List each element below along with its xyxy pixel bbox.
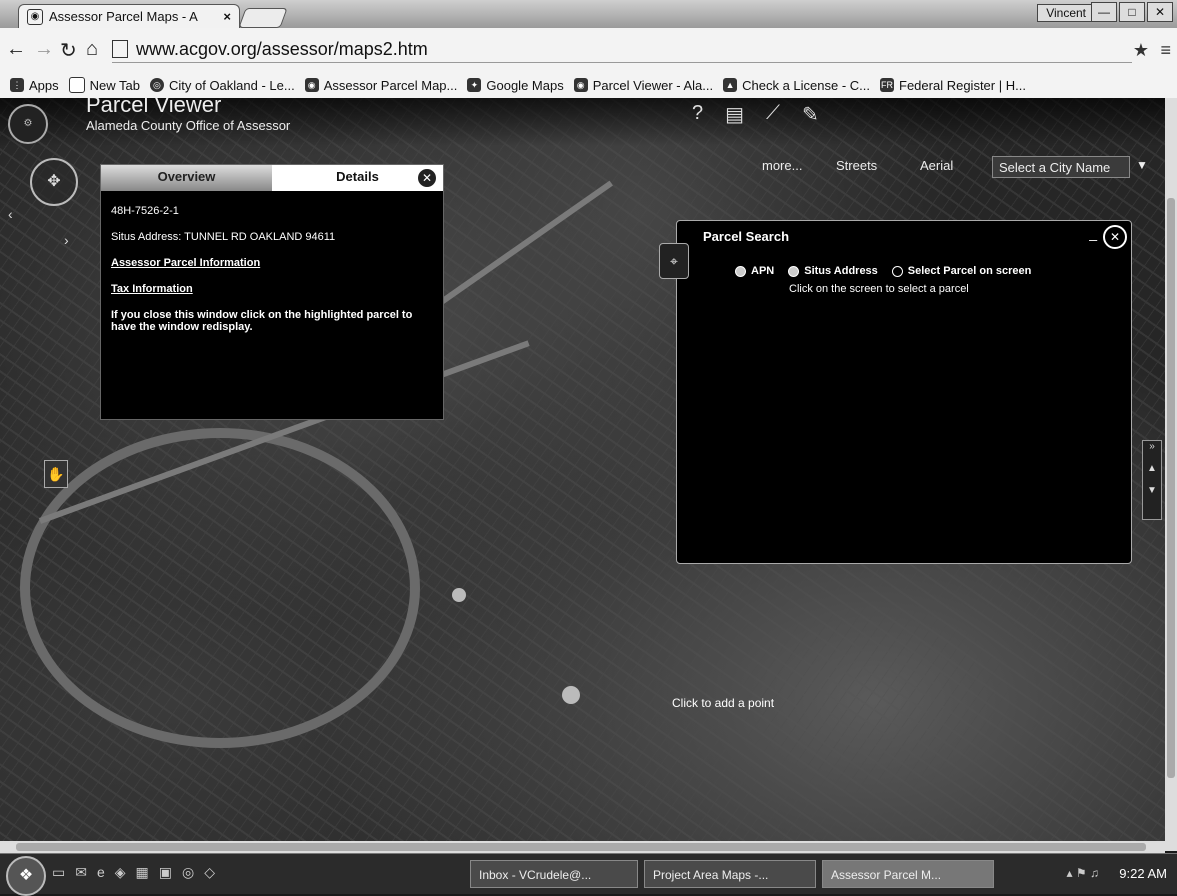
vertical-scrollbar[interactable]: [1165, 98, 1177, 851]
explorer-icon[interactable]: ▭: [52, 864, 65, 881]
chevron-down-icon[interactable]: ▼: [1136, 158, 1148, 172]
app-title: Parcel Viewer: [86, 98, 222, 117]
assessor-icon: ◉: [304, 78, 319, 92]
address-bar[interactable]: www.acgov.org/assessor/maps2.htm: [112, 36, 1132, 63]
page-icon: [68, 77, 85, 93]
side-expand-control[interactable]: » ▲ ▼: [1142, 440, 1162, 520]
county-seal-icon: ⚙: [8, 104, 48, 144]
taskbar-item-project-area-maps[interactable]: Project Area Maps -...: [644, 860, 816, 888]
city-select[interactable]: Select a City Name: [992, 156, 1130, 178]
apn-value: 48H-7526-2-1: [111, 205, 179, 217]
back-icon[interactable]: ←: [6, 38, 26, 61]
app-icon[interactable]: ▦: [136, 864, 149, 881]
pan-wheel[interactable]: ✥: [30, 158, 78, 206]
bookmark-parcel-viewer[interactable]: ◉ Parcel Viewer - Ala...: [573, 78, 713, 93]
license-icon: ▲: [723, 78, 738, 92]
city-seal-icon: ◎: [149, 78, 164, 92]
streets-button[interactable]: Streets: [836, 158, 877, 173]
print-icon[interactable]: ▤: [725, 102, 744, 127]
app-header: ⚙ Parcel Viewer Alameda County Office of…: [0, 98, 1165, 146]
situs-address: Situs Address: TUNNEL RD OAKLAND 94611: [111, 231, 336, 243]
parcel-search-title: Parcel Search: [703, 229, 790, 244]
measure-icon[interactable]: ⟋: [766, 102, 780, 127]
help-icon[interactable]: ?: [692, 102, 703, 127]
ie-icon[interactable]: e: [97, 864, 105, 881]
browser-tab[interactable]: ◉ Assessor Parcel Maps - A ×: [18, 4, 240, 28]
taskbar-item-assessor[interactable]: Assessor Parcel M...: [822, 860, 994, 888]
bookmark-google-maps[interactable]: ✦ Google Maps: [467, 78, 564, 93]
clock: 9:22 AM: [1119, 866, 1167, 881]
aerial-button[interactable]: Aerial: [920, 158, 953, 173]
close-icon[interactable]: ✕: [1147, 2, 1173, 22]
radio-select-parcel[interactable]: Select Parcel on screen: [891, 265, 1031, 277]
bookmark-assessor-parcel-map[interactable]: ◉ Assessor Parcel Map...: [304, 78, 457, 93]
tab-close-button[interactable]: ×: [223, 9, 231, 24]
page-icon: [112, 40, 128, 58]
browser-toolbar: ← → ↻ ⌂ www.acgov.org/assessor/maps2.htm…: [0, 28, 1177, 73]
radio-icon: [788, 265, 800, 277]
radio-icon: [891, 265, 903, 277]
parcel-search-hint: Click on the screen to select a parcel: [789, 283, 969, 295]
minimize-panel-icon[interactable]: _: [1089, 225, 1097, 241]
assessor-icon: ◉: [27, 8, 43, 25]
start-button[interactable]: ❖: [6, 856, 46, 896]
app-icon[interactable]: ◇: [204, 864, 215, 881]
details-close-icon[interactable]: ✕: [417, 168, 437, 188]
radio-situs-address[interactable]: Situs Address: [788, 265, 878, 277]
tab-title: Assessor Parcel Maps - A: [49, 9, 198, 24]
horizontal-scrollbar[interactable]: [0, 841, 1165, 853]
federal-register-icon: FR: [880, 78, 895, 92]
radio-icon: [735, 265, 746, 277]
map-tooltip: Click to add a point: [672, 696, 775, 710]
app-icon[interactable]: ◎: [182, 864, 194, 881]
forward-icon[interactable]: →: [34, 38, 54, 61]
maximize-icon[interactable]: □: [1119, 2, 1145, 22]
more-button[interactable]: more...: [762, 158, 802, 173]
aerial-map[interactable]: ⚙ Parcel Viewer Alameda County Office of…: [0, 98, 1165, 851]
mail-icon[interactable]: ✉: [75, 864, 87, 881]
parcel-search-close-icon[interactable]: ✕: [1103, 225, 1127, 249]
assessor-icon: ◉: [573, 78, 588, 92]
parcel-search-tab-icon[interactable]: ⌖: [659, 243, 689, 279]
redisplay-note: If you close this window click on the hi…: [111, 309, 413, 333]
parcel-search-panel: ⌖ Parcel Search _ ✕ APN Situs Address Se…: [659, 220, 1132, 564]
bookmarks-bar: ⋮ Apps New Tab ◎ City of Oakland - Le... ◉…: [0, 72, 1177, 99]
bookmark-city-of-oakland[interactable]: ◎ City of Oakland - Le...: [149, 78, 295, 93]
reload-icon[interactable]: ↻: [60, 38, 77, 63]
pan-right-icon[interactable]: ›: [64, 232, 69, 248]
app-subtitle: Alameda County Office of Assessor: [86, 118, 291, 133]
draw-icon[interactable]: ✎: [802, 102, 819, 127]
hand-pan-icon[interactable]: ✋: [44, 460, 68, 488]
url-text: www.acgov.org/assessor/maps2.htm: [136, 38, 428, 59]
map-point: [452, 588, 466, 602]
bookmark-new-tab[interactable]: New Tab: [68, 77, 140, 93]
tax-info-link[interactable]: Tax Information: [111, 283, 433, 295]
details-panel: Overview Details ✕ 48H-7526-2-1 Situs Ad…: [100, 164, 444, 420]
browser-titlebar: ◉ Assessor Parcel Maps - A × Vincent — □…: [0, 0, 1177, 28]
bookmark-federal-register[interactable]: FR Federal Register | H...: [880, 78, 1026, 93]
app-icon[interactable]: ▣: [159, 864, 172, 881]
minimize-icon[interactable]: —: [1091, 2, 1117, 22]
app-icon[interactable]: ◈: [115, 864, 126, 881]
bookmark-star-icon[interactable]: ★: [1133, 40, 1149, 61]
taskbar: ❖ ▭ ✉ e ◈ ▦ ▣ ◎ ◇ Inbox - VCrudele@... P…: [0, 853, 1177, 896]
assessor-parcel-info-link[interactable]: Assessor Parcel Information: [111, 257, 433, 269]
pan-left-icon[interactable]: ‹: [8, 206, 13, 222]
bookmark-apps[interactable]: ⋮ Apps: [10, 78, 59, 93]
highway-interchange: [20, 428, 420, 748]
profile-button[interactable]: Vincent: [1037, 4, 1095, 22]
taskbar-item-inbox[interactable]: Inbox - VCrudele@...: [470, 860, 638, 888]
map-point: [562, 686, 580, 704]
tab-overview[interactable]: Overview: [101, 165, 272, 191]
menu-icon[interactable]: ≡: [1160, 40, 1171, 61]
home-icon[interactable]: ⌂: [86, 38, 98, 61]
new-tab-button[interactable]: [238, 8, 288, 28]
system-tray[interactable]: ▴ ⚑ ♫: [1067, 866, 1099, 880]
apps-grid-icon: ⋮: [10, 78, 24, 92]
map-pin-icon: ✦: [467, 78, 482, 92]
radio-apn[interactable]: APN: [735, 265, 774, 277]
bookmark-check-license[interactable]: ▲ Check a License - C...: [723, 78, 870, 93]
